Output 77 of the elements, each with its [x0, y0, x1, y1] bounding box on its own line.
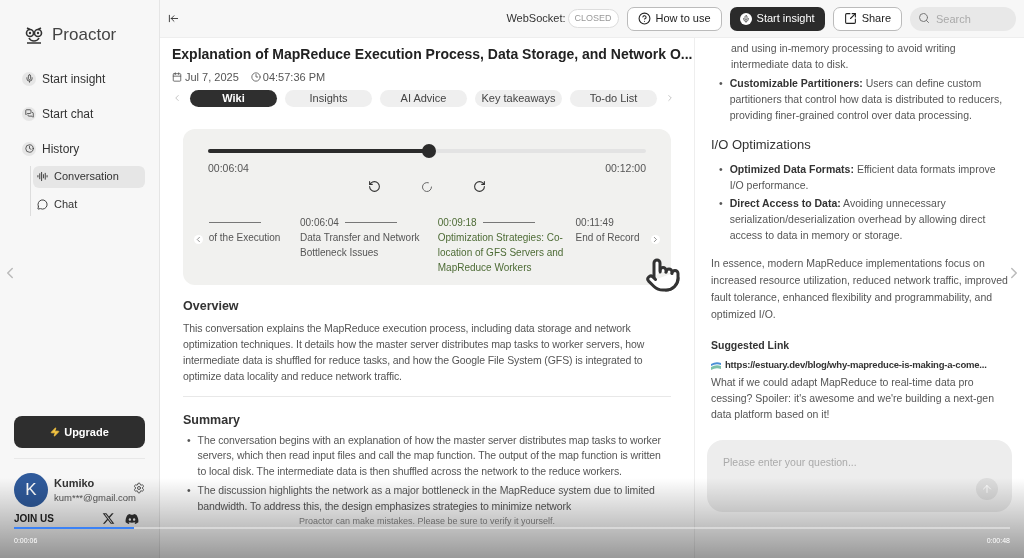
chapter-item[interactable]: 00:11:49 End of Record [575, 215, 646, 246]
header-button[interactable]: Start insight [729, 6, 825, 31]
clock-icon [250, 72, 261, 83]
bullet-marker: • [719, 76, 723, 91]
header-button[interactable]: Share [832, 6, 902, 31]
chapter-item[interactable]: 00:09:18 Optimization Strategies: Co-location of GFS Servers and MapReduce Workers [437, 215, 570, 276]
chat-input-box[interactable]: Please enter your question... [707, 440, 1012, 512]
lightning-icon [50, 427, 61, 437]
document-title: Explanation of MapReduce Execution Process, Data Storage, and Network O... [172, 45, 693, 64]
submenu-item[interactable]: Chat [33, 193, 145, 216]
settings-icon[interactable] [133, 482, 145, 494]
websocket-label: WebSocket: [506, 11, 566, 27]
join-us-label: JOIN US [14, 512, 54, 526]
x-logo-icon[interactable] [102, 512, 115, 525]
summary-paragraph: In essence, modern MapReduce implementations focus on increased resource utilization, reduced network traffic, improved fault tolerance, enhanced flexibility and programmability, and optimized I/O. [711, 256, 1008, 322]
help-icon [637, 12, 651, 25]
forward-15s-icon[interactable] [473, 180, 486, 194]
tab[interactable]: AI Advice [380, 89, 467, 107]
list-text: Direct Access to Data: Avoiding unnecessary serialization/deserialization overhead by allowing direct access to data in memory or storage. [729, 196, 987, 243]
bullet-marker: • [719, 196, 723, 211]
collapse-sidebar-icon[interactable] [168, 13, 179, 24]
user-email: kum***@gmail.com [54, 491, 136, 506]
loading-spinner-icon [421, 180, 433, 193]
list-text: Optimized Data Formats: Efficient data formats improve I/O performance. [729, 162, 997, 193]
user-avatar: K [14, 473, 48, 507]
summary-bullet: The discussion highlights the network as a major bottleneck in the MapReduce system due to limited bandwidth. To address this, the design emphasizes strategies to minimize network [197, 483, 656, 514]
summary-bullet: The conversation begins with an explanation of how the master server distributes map tasks to worker servers, which then read input files and call the map function. The output of the map function is written to local disk. The intermediate data is then shuffled across the network to the reduce workers. [197, 432, 662, 479]
overview-text: This conversation explains the MapReduce execution process, including data storage and network optimization techniques. It details how the master server distributes map tasks to worker servers, how intermediate data is shuffled for reduce tasks, and how the Google File System (GFS) is integrated to optimize data locality and reduce network traffic. [183, 321, 646, 384]
link-description: What if we could adapt MapReduce to real-time data pro cessing? Spoiler: it's awesome and we're building a next-gen data platform based on it! [711, 375, 995, 422]
summary-heading: Summary [183, 412, 241, 429]
discord-logo-icon[interactable] [125, 511, 139, 526]
header-button[interactable]: How to use [626, 6, 722, 31]
sidebar-nav-item[interactable]: Start insight [22, 67, 145, 90]
nav-icon [22, 106, 36, 121]
bullet-marker: • [187, 432, 191, 448]
brand-name: Proactor [52, 24, 117, 46]
bullet-marker: • [719, 162, 723, 177]
tab[interactable]: Insights [285, 89, 372, 107]
document-time: 04:57:36 PM [262, 70, 326, 85]
chapters-next-icon[interactable] [651, 235, 660, 245]
suggested-link-heading: Suggested Link [711, 338, 791, 353]
list-text: and using in-memory processing to avoid writing intermediate data to disk. [731, 42, 956, 70]
bullet-marker: • [187, 483, 191, 499]
nav-icon [22, 71, 36, 86]
list-text: Customizable Partitioners: Users can define custom partitioners that control how data is distributed to reducers, providing finer-grained control over data processing. [729, 76, 1004, 123]
current-time: 00:06:04 [208, 160, 249, 176]
sidebar-nav-item[interactable]: History [22, 137, 145, 160]
user-name: Kumiko [54, 475, 96, 491]
history-icon [37, 199, 48, 210]
suggested-link[interactable]: https://estuary.dev/blog/why-mapreduce-is-making-a-come... [725, 357, 987, 373]
owl-logo-icon [24, 24, 44, 45]
disclaimer-text: Proactor can make mistakes. Please be sure to verify it yourself. [297, 515, 557, 529]
tab[interactable]: Wiki [190, 89, 277, 107]
tab[interactable]: To-do List [570, 89, 657, 107]
rewind-15s-icon[interactable] [368, 180, 381, 194]
arrow-up-icon [981, 483, 993, 495]
document-date: Jul 7, 2025 [185, 70, 239, 85]
tab[interactable]: Key takeaways [475, 89, 562, 107]
chapter-item[interactable]: of the Execution [208, 215, 294, 246]
search-icon [918, 12, 930, 24]
section-heading: I/O Optimizations [711, 137, 812, 153]
chapter-item[interactable]: 00:06:04 Data Transfer and Network Bottleneck Issues [300, 215, 432, 261]
total-time: 00:12:00 [605, 160, 646, 176]
submenu-item[interactable]: Conversation [33, 165, 145, 188]
site-logo-icon [711, 360, 721, 370]
nav-icon [22, 141, 36, 156]
share-icon [843, 12, 857, 25]
sidebar-nav-item[interactable]: Start chat [22, 102, 145, 125]
playback-thumb[interactable] [422, 143, 437, 158]
history-icon [37, 171, 48, 182]
calendar-icon [172, 72, 182, 83]
websocket-status-badge: CLOSED [567, 8, 619, 29]
hand-cursor-icon [645, 257, 681, 294]
search-field[interactable]: Search [910, 7, 1016, 31]
overview-heading: Overview [183, 298, 240, 316]
upgrade-button[interactable]: Upgrade [14, 416, 145, 448]
mic-icon [739, 12, 752, 25]
